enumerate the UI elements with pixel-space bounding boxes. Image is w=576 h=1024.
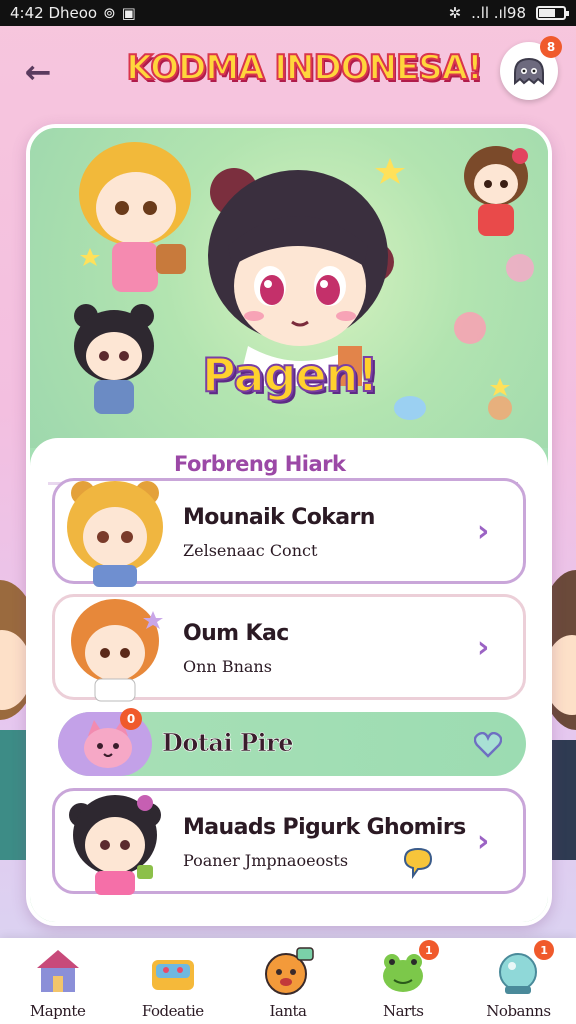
- toy-box-icon: [151, 960, 194, 990]
- ghost-mascot-icon: [514, 57, 544, 86]
- chevron-right-icon: ›: [477, 630, 490, 665]
- chevron-right-icon: ›: [477, 824, 490, 859]
- highlight-badge: 0: [120, 708, 142, 730]
- highlight-label: Dotai Pire: [162, 728, 294, 758]
- nav-badge: 1: [418, 940, 439, 960]
- status-time: 4:42 Dheoo: [10, 4, 98, 22]
- nav-label: Ianta: [269, 1002, 308, 1020]
- nav-label: Mapnte: [29, 1002, 86, 1020]
- nav-item-chat[interactable]: Ianta: [230, 938, 345, 1024]
- item-title: Oum Kac: [183, 621, 289, 646]
- house-icon: [36, 950, 79, 992]
- app-header: ← KODMA INDONESA! 8: [0, 30, 576, 114]
- battery-icon: [536, 6, 569, 20]
- speech-bubble-icon: [403, 847, 433, 879]
- blonde-bear-avatar: [67, 481, 163, 587]
- nav-item-profile[interactable]: 1 Nobanns: [461, 938, 576, 1024]
- hero-banner: Pagen!: [30, 128, 548, 448]
- section-title: Forbreng Hiark: [174, 452, 346, 476]
- main-card: Pagen! Forbreng Hiark Mounaik Cokarn Zel…: [26, 124, 552, 926]
- list-panel: Forbreng Hiark Mounaik Cokarn Zelsenaac …: [30, 438, 548, 922]
- settings-icon: ✲: [448, 4, 462, 22]
- emoji-chat-icon: [265, 947, 314, 995]
- sync-icon: ⊚: [103, 4, 116, 22]
- back-button[interactable]: ←: [18, 52, 58, 92]
- image-notification-icon: ▣: [121, 4, 136, 22]
- heart-icon[interactable]: [474, 732, 502, 758]
- hero-title: Pagen!: [201, 347, 379, 403]
- nav-item-favorites[interactable]: Fodeatie: [115, 938, 230, 1024]
- item-subtitle: Poaner Jmpnaoeosts: [183, 851, 349, 870]
- item-title: Mounaik Cokarn: [183, 505, 375, 530]
- item-title: Mauads Pigurk Ghomirs: [183, 815, 466, 840]
- mascot-button[interactable]: 8: [500, 36, 562, 100]
- nav-label: Narts: [382, 1002, 424, 1020]
- list-item[interactable]: Mauads Pigurk Ghomirs Poaner Jmpnaoeosts…: [52, 788, 526, 895]
- signal-text: ..ll .ıl98: [471, 4, 526, 22]
- mascot-badge: 8: [540, 36, 562, 58]
- list-item[interactable]: Oum Kac Onn Bnans ›: [52, 594, 526, 702]
- app-title: KODMA INDONESA!: [125, 47, 483, 89]
- bear-eared-chibi-character: [74, 304, 154, 414]
- back-arrow-icon: ←: [24, 53, 52, 91]
- nav-label: Fodeatie: [141, 1002, 204, 1020]
- item-subtitle: Onn Bnans: [183, 657, 272, 676]
- nav-item-home[interactable]: Mapnte: [0, 938, 115, 1024]
- ginger-girl-avatar: [71, 599, 163, 702]
- item-subtitle: Zelsenaac Conct: [183, 541, 318, 560]
- status-bar: 4:42 Dheoo ⊚ ▣ ✲ ..ll .ıl98: [0, 0, 576, 26]
- nav-label: Nobanns: [486, 1002, 551, 1020]
- chevron-right-icon: ›: [477, 514, 490, 549]
- nav-badge: 1: [534, 940, 555, 960]
- blonde-chibi-character: [79, 142, 191, 292]
- bottom-nav: Mapnte Fodeatie Ianta 1 Narts 1 Nobanns: [0, 938, 576, 1024]
- highlight-pill: 0: [58, 708, 152, 776]
- list-item[interactable]: Mounaik Cokarn Zelsenaac Conct ›: [52, 478, 526, 587]
- nav-item-friends[interactable]: 1 Narts: [346, 938, 461, 1024]
- brown-hair-chibi-character: [464, 146, 528, 236]
- pigtail-girl-avatar: [69, 795, 161, 895]
- highlight-row[interactable]: 0 Dotai Pire: [58, 708, 526, 776]
